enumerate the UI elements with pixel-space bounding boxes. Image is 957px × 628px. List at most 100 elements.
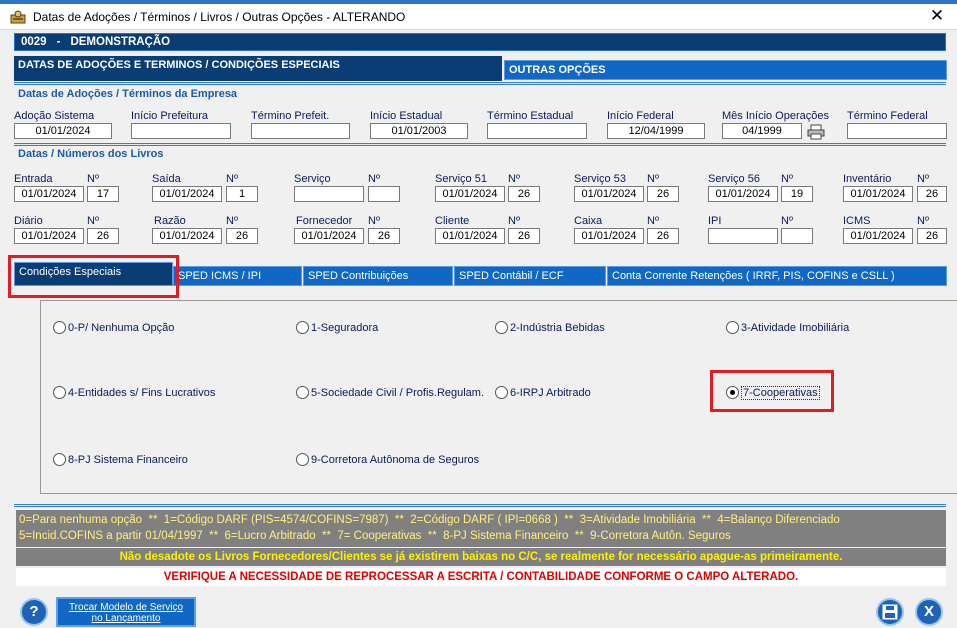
label-num: Nº <box>917 173 929 185</box>
label-servico-53: Serviço 53 <box>574 173 626 185</box>
radio-icon[interactable] <box>296 321 309 334</box>
input-inicio-prefeitura[interactable] <box>131 123 231 139</box>
radio-icon[interactable] <box>53 453 66 466</box>
input-inventario-date[interactable]: 01/01/2024 <box>843 186 913 202</box>
input-diario-date[interactable]: 01/01/2024 <box>14 228 84 244</box>
label-termino-federal: Término Federal <box>847 110 928 122</box>
label-num: Nº <box>647 173 659 185</box>
label-num: Nº <box>508 215 520 227</box>
input-servico-51-date[interactable]: 01/01/2024 <box>435 186 505 202</box>
close-button[interactable]: X <box>915 598 943 626</box>
tab-conta-corrente-retencoes[interactable]: Conta Corrente Retenções ( IRRF, PIS, CO… <box>607 266 947 286</box>
radio-icon[interactable] <box>53 321 66 334</box>
input-servico-num[interactable] <box>368 186 400 202</box>
input-servico-53-date[interactable]: 01/01/2024 <box>574 186 644 202</box>
input-fornecedor-date[interactable]: 01/01/2024 <box>294 228 364 244</box>
input-servico-56-date[interactable]: 01/01/2024 <box>708 186 778 202</box>
options-legend: 0=Para nenhuma opção ** 1=Código DARF (P… <box>16 510 946 547</box>
save-button[interactable] <box>876 598 904 626</box>
option-6-label: 6-IRPJ Arbitrado <box>510 387 591 399</box>
label-fornecedor: Fornecedor <box>296 215 353 227</box>
input-caixa-date[interactable]: 01/01/2024 <box>574 228 644 244</box>
close-icon[interactable]: ✕ <box>927 6 947 26</box>
input-icms-num[interactable]: 26 <box>917 228 947 244</box>
radio-icon[interactable] <box>726 321 739 334</box>
option-2-label: 2-Indústria Bebidas <box>510 322 605 334</box>
option-4-label: 4-Entidades s/ Fins Lucrativos <box>68 387 216 399</box>
tab-other-options[interactable]: OUTRAS OPÇÕES <box>504 60 947 80</box>
input-razao-date[interactable]: 01/01/2024 <box>152 228 222 244</box>
label-num: Nº <box>781 173 793 185</box>
option-3[interactable]: 3-Atividade Imobiliária <box>726 321 849 334</box>
label-inicio-prefeitura: Início Prefeitura <box>131 110 209 122</box>
label-num: Nº <box>917 215 929 227</box>
radio-icon[interactable] <box>53 386 66 399</box>
option-1-label: 1-Seguradora <box>311 322 379 334</box>
label-caixa: Caixa <box>574 215 603 227</box>
option-5[interactable]: 5-Sociedade Civil / Profis.Regulam. <box>296 386 484 399</box>
label-num: Nº <box>87 173 99 185</box>
option-1[interactable]: 1-Seguradora <box>296 321 378 334</box>
label-num: Nº <box>368 215 380 227</box>
radio-icon[interactable] <box>296 453 309 466</box>
input-termino-estadual[interactable] <box>487 123 587 139</box>
label-razao: Razão <box>154 215 186 227</box>
tab-sped-icms-ipi[interactable]: SPED ICMS / IPI <box>173 266 302 286</box>
radio-icon[interactable] <box>296 386 309 399</box>
input-ipi-date[interactable] <box>708 228 778 244</box>
label-saida: Saída <box>152 173 181 185</box>
input-inventario-num[interactable]: 26 <box>917 186 947 202</box>
input-termino-federal[interactable] <box>847 123 947 139</box>
trocar-modelo-servico-button[interactable]: Trocar Modelo de Serviço no Lançamento <box>56 597 196 627</box>
input-caixa-num[interactable]: 26 <box>647 228 679 244</box>
input-razao-num[interactable]: 26 <box>226 228 258 244</box>
input-ipi-num[interactable] <box>781 228 813 244</box>
company-bar: 0029- DEMONSTRAÇÃO <box>14 33 946 51</box>
label-servico: Serviço <box>294 173 331 185</box>
label-adocao-sistema: Adoção Sistema <box>14 110 95 122</box>
input-saida-num[interactable]: 1 <box>226 186 258 202</box>
option-6[interactable]: 6-IRPJ Arbitrado <box>495 386 591 399</box>
help-button[interactable]: ? <box>20 598 48 626</box>
input-inicio-federal[interactable]: 12/04/1999 <box>607 123 705 139</box>
radio-icon[interactable] <box>495 386 508 399</box>
input-entrada-date[interactable]: 01/01/2024 <box>14 186 84 202</box>
input-servico-56-num[interactable]: 19 <box>781 186 813 202</box>
tab-sped-contribuicoes[interactable]: SPED Contribuições <box>303 266 453 286</box>
input-servico-date[interactable] <box>294 186 364 202</box>
input-inicio-estadual[interactable]: 01/01/2003 <box>370 123 468 139</box>
option-4[interactable]: 4-Entidades s/ Fins Lucrativos <box>53 386 215 399</box>
label-icms: ICMS <box>843 215 871 227</box>
input-fornecedor-num[interactable]: 26 <box>368 228 400 244</box>
tab-adoption-dates[interactable]: DATAS DE ADOÇÕES E TERMINOS / CONDIÇÕES … <box>14 56 502 81</box>
input-servico-51-num[interactable]: 26 <box>508 186 540 202</box>
label-mes-inicio-operacoes: Mês Início Operações <box>722 110 829 122</box>
highlight-box-option <box>710 370 834 412</box>
input-servico-53-num[interactable]: 26 <box>647 186 679 202</box>
input-adocao-sistema[interactable]: 01/01/2024 <box>14 123 112 139</box>
label-num: Nº <box>508 173 520 185</box>
warning-books: Não desadote os Livros Fornecedores/Clie… <box>16 548 946 566</box>
input-cliente-num[interactable]: 26 <box>508 228 540 244</box>
option-9[interactable]: 9-Corretora Autônoma de Seguros <box>296 453 479 466</box>
radio-icon[interactable] <box>495 321 508 334</box>
input-cliente-date[interactable]: 01/01/2024 <box>435 228 505 244</box>
input-saida-date[interactable]: 01/01/2024 <box>152 186 222 202</box>
label-inicio-federal: Início Federal <box>607 110 674 122</box>
input-icms-date[interactable]: 01/01/2024 <box>843 228 913 244</box>
input-termino-prefeit[interactable] <box>251 123 350 139</box>
input-mes-inicio-operacoes[interactable]: 04/1999 <box>722 123 802 139</box>
input-diario-num[interactable]: 26 <box>87 228 119 244</box>
input-entrada-num[interactable]: 17 <box>87 186 119 202</box>
option-8[interactable]: 8-PJ Sistema Financeiro <box>53 453 188 466</box>
warning-reprocess: VERIFIQUE A NECESSIDADE DE REPROCESSAR A… <box>16 568 946 586</box>
label-servico-56: Serviço 56 <box>708 173 760 185</box>
tab-sped-contabil-ecf[interactable]: SPED Contábil / ECF <box>454 266 606 286</box>
label-num: Nº <box>647 215 659 227</box>
printer-icon[interactable] <box>807 124 825 140</box>
window-title: Datas de Adoções / Términos / Livros / O… <box>33 10 406 24</box>
company-name: DEMONSTRAÇÃO <box>70 36 171 48</box>
option-2[interactable]: 2-Indústria Bebidas <box>495 321 605 334</box>
option-0[interactable]: 0-P/ Nenhuma Opção <box>53 321 174 334</box>
label-num: Nº <box>368 173 380 185</box>
